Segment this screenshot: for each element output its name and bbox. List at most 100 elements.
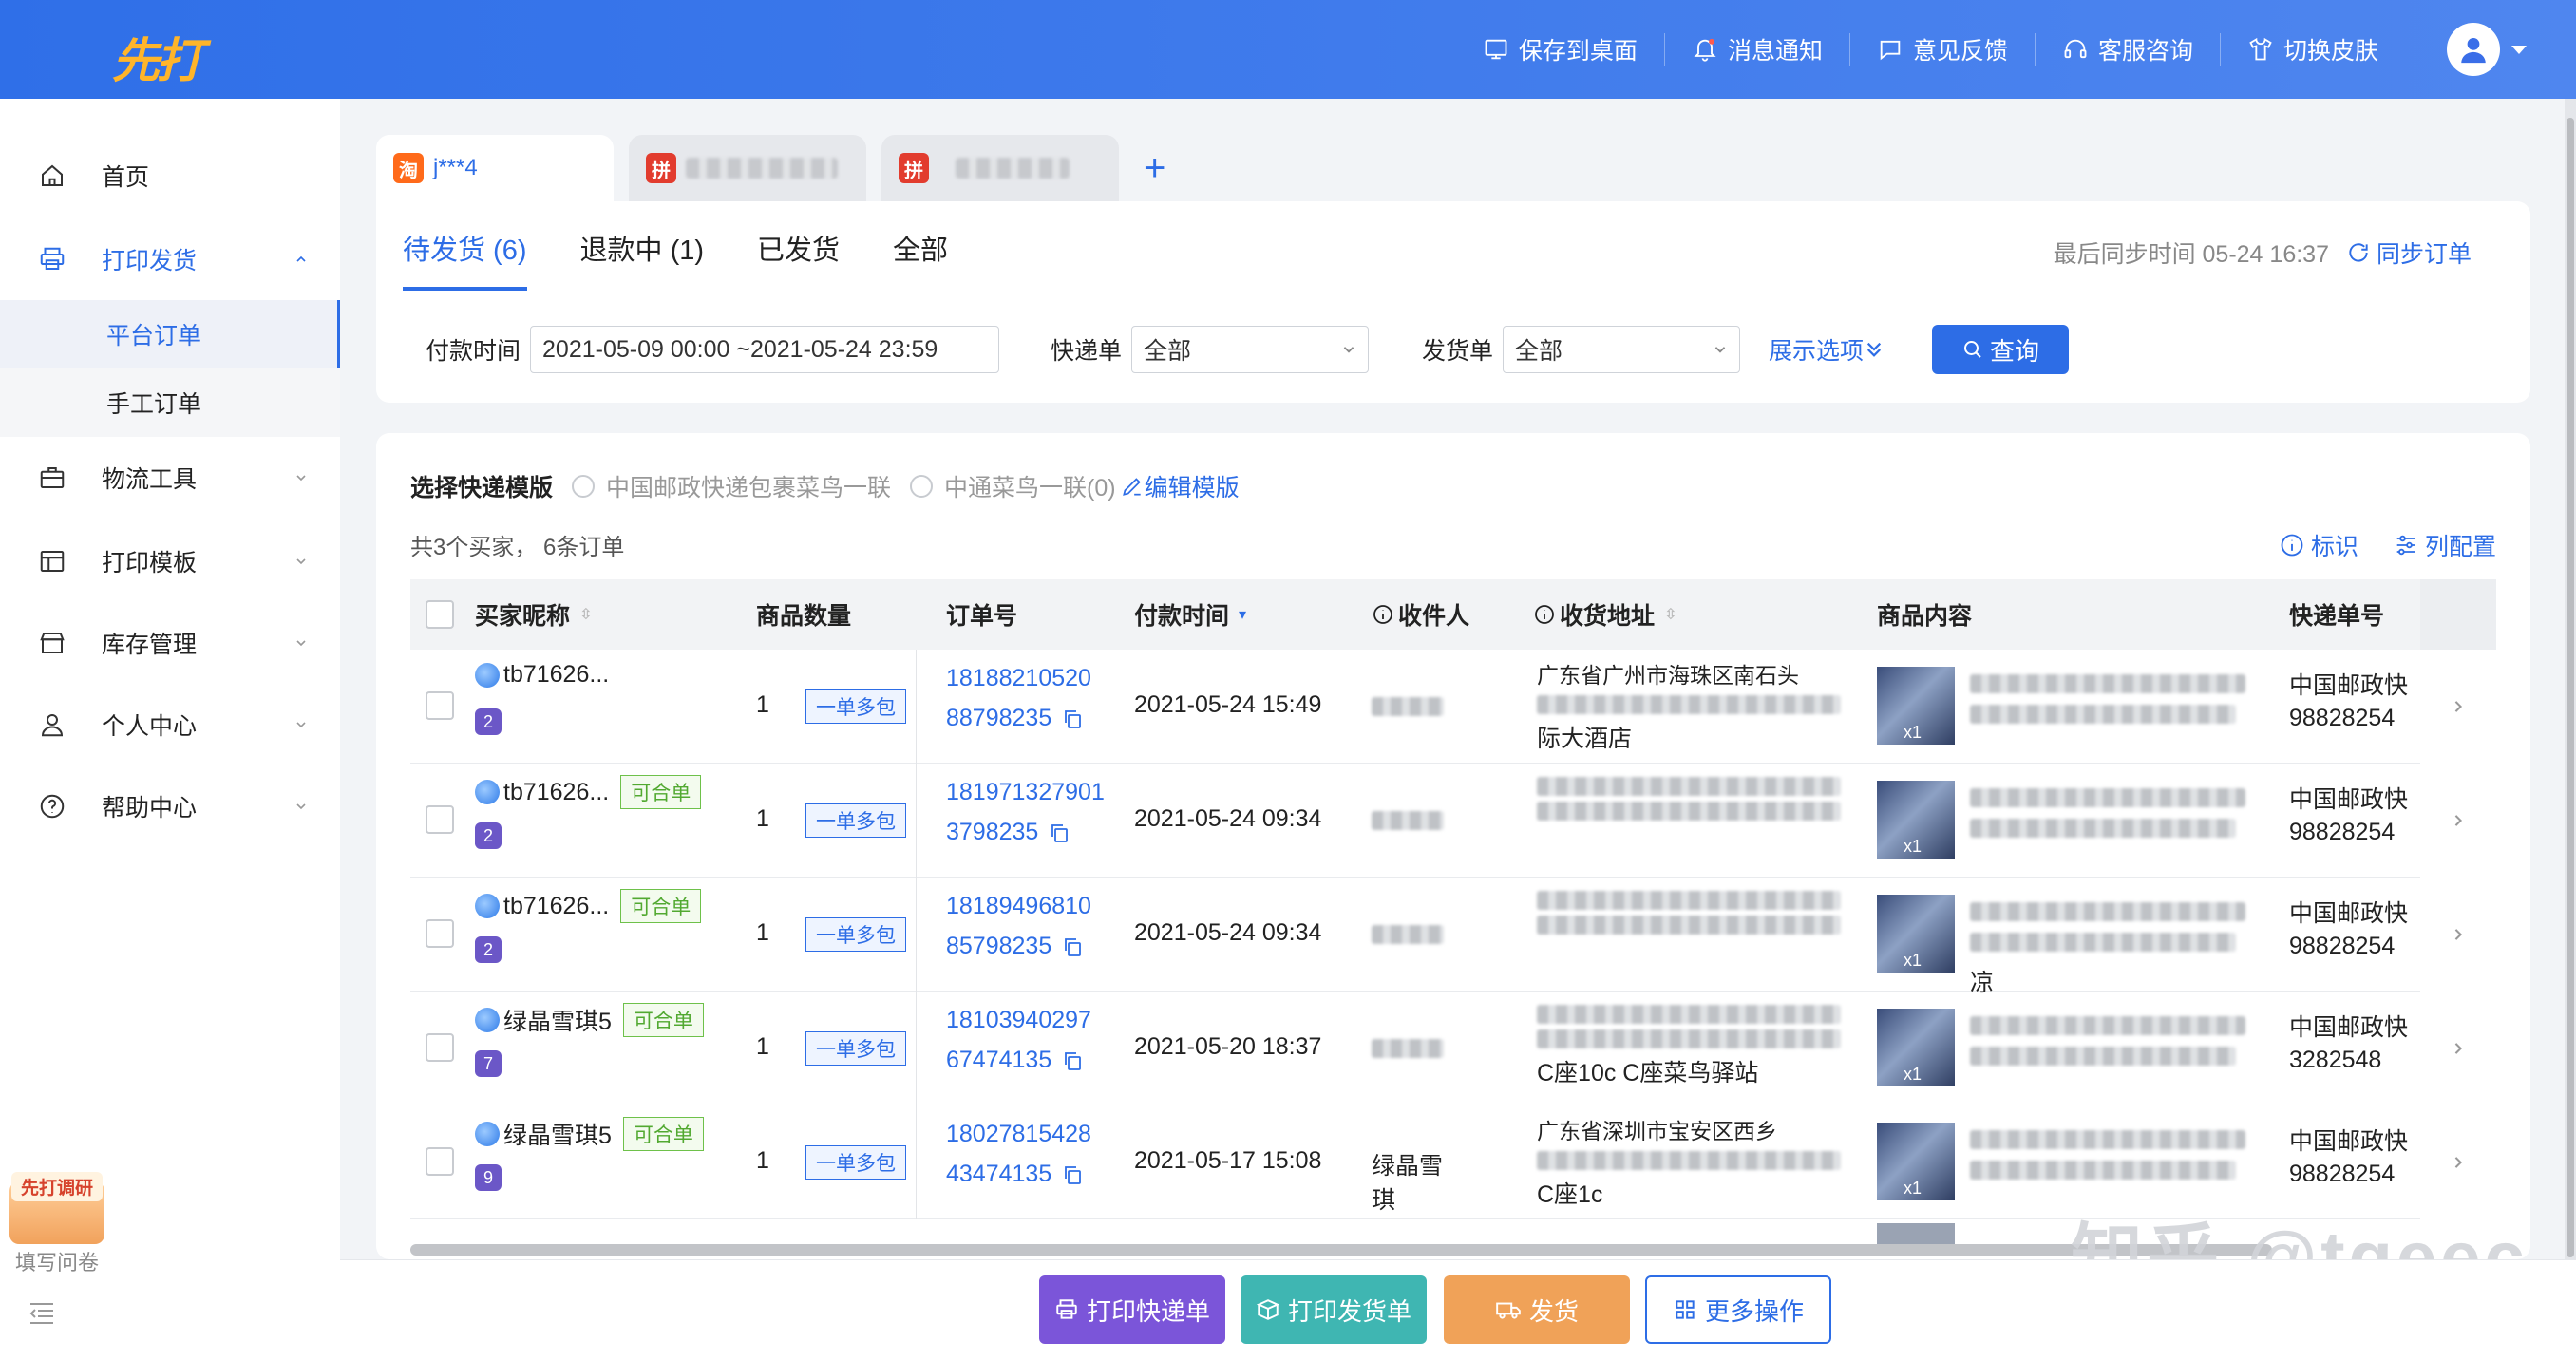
order-number-line1[interactable]: 18188210520 — [946, 665, 1091, 692]
chat-bubble-icon[interactable] — [475, 662, 500, 688]
table-row[interactable]: tb71626... 可合单 2 1 一单多包 181971327901 3798… — [410, 764, 2496, 878]
ship-select[interactable]: 全部 — [1503, 326, 1741, 373]
ship-button[interactable]: 发货 — [1444, 1275, 1630, 1344]
copy-icon[interactable] — [1061, 935, 1084, 958]
mergeable-tag: 可合单 — [622, 1117, 704, 1151]
sidebar-item-inventory[interactable]: 库存管理 — [0, 602, 340, 684]
order-filter-card: 待发货 (6) 退款中 (1) 已发货 全部 最后同步时间 05-24 16:3… — [376, 201, 2530, 403]
sidebar-item-print-templates[interactable]: 打印模板 — [0, 520, 340, 602]
col-buyer[interactable]: 买家昵称 ⇳ — [475, 579, 592, 650]
print-express-button[interactable]: 打印快递单 — [1039, 1275, 1225, 1344]
table-tools: 标识 列配置 — [2245, 528, 2496, 562]
row-checkbox[interactable] — [426, 691, 454, 720]
order-number-line1[interactable]: 18027815428 — [946, 1121, 1091, 1148]
row-expand[interactable] — [2420, 878, 2496, 992]
select-all-checkbox[interactable] — [426, 600, 454, 629]
sidebar-item-personal[interactable]: 个人中心 — [0, 684, 340, 765]
sync-orders-link[interactable]: 同步订单 — [2346, 236, 2472, 270]
order-number-line1[interactable]: 18189496810 — [946, 893, 1091, 920]
order-number-line1[interactable]: 181971327901 — [946, 779, 1105, 806]
copy-icon[interactable] — [1061, 1049, 1084, 1072]
add-shop-icon[interactable]: + — [1144, 147, 1165, 190]
collapse-menu-icon[interactable] — [28, 1301, 55, 1326]
caret-down-icon[interactable] — [2511, 46, 2527, 54]
row-checkbox[interactable] — [426, 1033, 454, 1062]
product-thumbnail[interactable]: x1 — [1877, 1009, 1955, 1086]
bottom-action-bar: 打印快递单 打印发货单 发货 更多操作 — [340, 1259, 2576, 1360]
row-expand[interactable] — [2420, 764, 2496, 878]
multi-package-tag: 一单多包 — [805, 1145, 906, 1180]
template-radio-1[interactable] — [572, 475, 596, 498]
print-invoice-button[interactable]: 打印发货单 — [1241, 1275, 1427, 1344]
query-button[interactable]: 查询 — [1932, 325, 2070, 374]
table-row[interactable]: 绿晶雪琪5 可合单 7 1 一单多包 18103940297 67474135 2… — [410, 992, 2496, 1105]
order-number-line2[interactable]: 85798235 — [946, 933, 1051, 960]
tab-refunding[interactable]: 退款中 (1) — [580, 228, 705, 291]
express-number: 98828254 — [2289, 1161, 2396, 1187]
order-number-line2[interactable]: 67474135 — [946, 1047, 1051, 1074]
table-row[interactable]: tb71626... 2 1 一单多包 18188210520 88798235… — [410, 650, 2496, 764]
copy-icon[interactable] — [1048, 822, 1070, 844]
express-select[interactable]: 全部 — [1131, 326, 1370, 373]
more-actions-button[interactable]: 更多操作 — [1645, 1275, 1831, 1344]
chevron-up-icon — [296, 255, 306, 262]
chevron-right-icon — [2454, 1043, 2463, 1054]
chat-icon — [1880, 40, 1901, 61]
pay-time-input[interactable]: 2021-05-09 00:00 ~2021-05-24 23:59 — [530, 326, 1000, 373]
row-checkbox[interactable] — [426, 1147, 454, 1176]
horizontal-scrollbar[interactable] — [410, 1244, 2272, 1256]
product-thumbnail[interactable]: x1 — [1877, 781, 1955, 859]
order-number-line2[interactable]: 3798235 — [946, 819, 1038, 846]
redacted — [1372, 925, 1444, 944]
row-checkbox[interactable] — [426, 805, 454, 834]
row-checkbox[interactable] — [426, 919, 454, 948]
tab-pending[interactable]: 待发货 (6) — [403, 228, 527, 291]
shop-tab-taobao[interactable]: 淘 j***4 — [376, 135, 614, 201]
row-expand[interactable] — [2420, 992, 2496, 1105]
express-number: 98828254 — [2289, 933, 2396, 959]
avatar[interactable] — [2447, 23, 2500, 76]
buyer-name: 绿晶雪琪5 — [503, 1009, 612, 1035]
edit-template-link[interactable]: 编辑模版 — [1120, 469, 1240, 503]
vertical-scrollbar[interactable] — [2565, 99, 2576, 1358]
sidebar-item-print-ship[interactable]: 打印发货 — [0, 218, 340, 300]
tab-shipped[interactable]: 已发货 — [757, 228, 840, 291]
save-desktop-button[interactable]: 保存到桌面 — [1456, 33, 1665, 66]
sidebar-item-help[interactable]: 帮助中心 — [0, 765, 340, 847]
survey-label[interactable]: 填写问卷 — [15, 1246, 99, 1276]
mark-link[interactable]: 标识 — [2279, 528, 2358, 562]
order-number-line2[interactable]: 88798235 — [946, 705, 1051, 732]
copy-icon[interactable] — [1061, 708, 1084, 730]
col-pay-time[interactable]: 付款时间 ▾ — [1134, 579, 1246, 650]
feedback-button[interactable]: 意见反馈 — [1850, 33, 2036, 66]
chat-bubble-icon[interactable] — [475, 894, 500, 918]
switch-skin-button[interactable]: 切换皮肤 — [2221, 33, 2405, 66]
chat-bubble-icon[interactable] — [475, 1008, 500, 1032]
customer-service-button[interactable]: 客服咨询 — [2036, 33, 2221, 66]
col-address[interactable]: 收货地址 ⇳ — [1533, 579, 1676, 650]
sidebar-item-home[interactable]: 首页 — [0, 135, 340, 217]
copy-icon[interactable] — [1061, 1163, 1084, 1186]
shop-tab-pdd-2[interactable]: 拼 — [881, 135, 1119, 201]
notification-button[interactable]: 消息通知 — [1665, 33, 1850, 66]
column-config-link[interactable]: 列配置 — [2393, 528, 2496, 562]
product-thumbnail[interactable]: x1 — [1877, 895, 1955, 973]
template-radio-2[interactable] — [910, 475, 934, 498]
redacted — [1970, 674, 2245, 693]
order-number-line1[interactable]: 18103940297 — [946, 1007, 1091, 1034]
product-thumbnail[interactable]: x1 — [1877, 667, 1955, 745]
sidebar-subitem-manual-orders[interactable]: 手工订单 — [0, 368, 340, 437]
display-options-link[interactable]: 展示选项 — [1769, 332, 1885, 367]
sidebar-item-logistics[interactable]: 物流工具 — [0, 437, 340, 519]
row-expand[interactable] — [2420, 650, 2496, 764]
chat-bubble-icon[interactable] — [475, 1122, 500, 1146]
app-logo[interactable]: 先打 — [112, 23, 203, 91]
tab-all[interactable]: 全部 — [893, 228, 948, 291]
order-number-line2[interactable]: 43474135 — [946, 1161, 1051, 1188]
product-thumbnail[interactable]: x1 — [1877, 1123, 1955, 1200]
shop-tab-pdd-1[interactable]: 拼 — [629, 135, 866, 201]
chat-bubble-icon[interactable] — [475, 780, 500, 804]
table-row[interactable]: tb71626... 可合单 2 1 一单多包 18189496810 85798… — [410, 878, 2496, 996]
sidebar-subitem-platform-orders[interactable]: 平台订单 — [0, 300, 340, 368]
survey-badge[interactable]: 先打调研 — [9, 1168, 104, 1244]
